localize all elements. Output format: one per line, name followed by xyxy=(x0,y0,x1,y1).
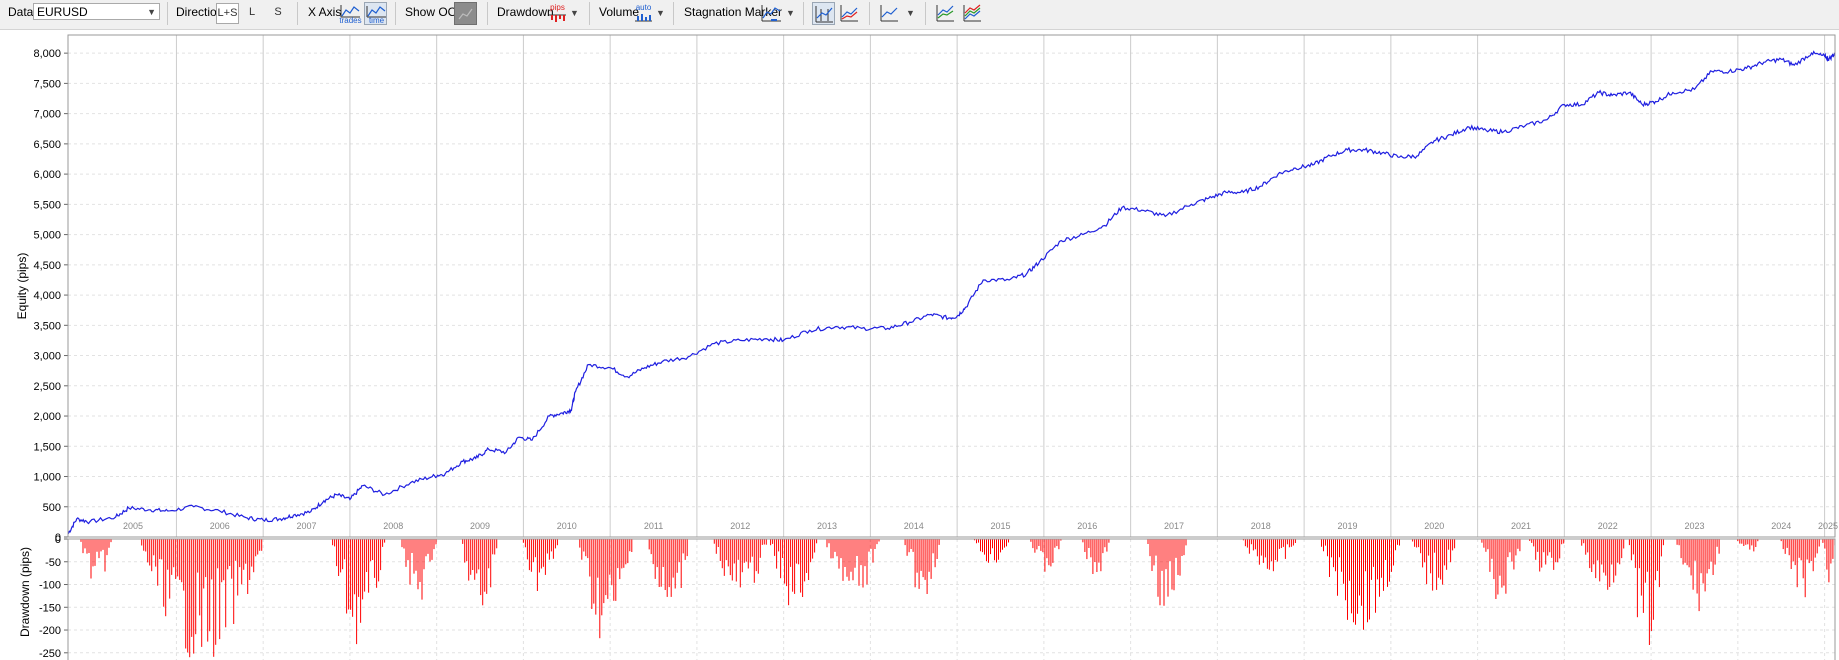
multi-curve-chart-icon xyxy=(963,4,981,22)
year-label: 2009 xyxy=(470,521,490,531)
chevron-down-icon: ▼ xyxy=(147,7,156,17)
data-symbol-select[interactable]: EURUSD ▼ xyxy=(33,3,160,20)
equity-year-markers: 2005 2006 2007 2008 2009 2010 2011 2012 2013 2014… xyxy=(123,35,1838,537)
equity-y-tick-label: 500 xyxy=(43,502,61,514)
data-label: Data xyxy=(8,5,34,19)
equity-y-tick-label: 7,000 xyxy=(33,109,61,121)
chevron-down-icon[interactable]: ▼ xyxy=(786,1,795,26)
x-axis-time-caption: time xyxy=(368,16,385,25)
drawdown-mode-button[interactable]: pips xyxy=(546,2,569,25)
year-label: 2014 xyxy=(904,521,924,531)
x-axis-time-button[interactable]: time xyxy=(364,2,387,25)
stagnation-marker-button[interactable] xyxy=(760,2,783,25)
year-label: 2011 xyxy=(644,521,663,531)
volume-chart-icon xyxy=(635,14,652,22)
drawdown-y-tick-label: -100 xyxy=(39,580,61,592)
chevron-down-icon[interactable]: ▼ xyxy=(570,1,579,26)
equity-y-tick-label: 1,500 xyxy=(33,441,61,453)
chevron-down-icon[interactable]: ▼ xyxy=(656,1,665,26)
compare-equity-button[interactable] xyxy=(934,2,957,25)
equity-line xyxy=(67,50,1836,535)
year-label: 2020 xyxy=(1424,521,1444,531)
equity-y-axis: 0 500 1,000 1,500 2,000 2,500 3,000 3,500 4,000 4… xyxy=(33,48,68,544)
equity-plot-frame xyxy=(67,34,1836,538)
toolbar-separator xyxy=(803,2,804,25)
toolbar-separator xyxy=(297,2,298,25)
toolbar-separator xyxy=(589,2,590,25)
year-label: 2008 xyxy=(383,521,403,531)
year-label: 2010 xyxy=(557,521,577,531)
toolbar-separator xyxy=(167,2,168,25)
year-label: 2013 xyxy=(817,521,837,531)
year-label: 2006 xyxy=(210,521,230,531)
direction-long-button[interactable]: L xyxy=(244,3,260,24)
year-label: 2007 xyxy=(297,521,317,531)
chart-options-button[interactable] xyxy=(878,2,901,25)
equity-y-tick-label: 8,000 xyxy=(33,48,61,60)
toolbar-separator xyxy=(673,2,674,25)
year-label: 2022 xyxy=(1598,521,1618,531)
x-axis-trades-caption: trades xyxy=(339,16,362,25)
drawdown-y-tick-label: -200 xyxy=(39,625,61,637)
year-label: 2018 xyxy=(1251,521,1271,531)
direction-long-short-button[interactable]: L+S xyxy=(216,3,239,24)
year-label: 2019 xyxy=(1337,521,1357,531)
oos-chart-icon xyxy=(458,8,473,20)
year-label: 2005 xyxy=(123,521,143,531)
drawdown-plot-frame xyxy=(67,538,1836,660)
toolbar-separator xyxy=(869,2,870,25)
equity-grid xyxy=(68,52,1835,538)
year-label: 2021 xyxy=(1511,521,1531,531)
toolbar-separator xyxy=(925,2,926,25)
year-label: 2017 xyxy=(1164,521,1184,531)
chart-view-button[interactable] xyxy=(812,2,835,25)
x-axis-trades-button[interactable]: trades xyxy=(339,2,362,25)
bar-line-chart-icon xyxy=(815,6,833,23)
equity-y-tick-label: 5,000 xyxy=(33,230,61,242)
equity-y-tick-label: 6,000 xyxy=(33,169,61,181)
drawdown-y-tick-label: -50 xyxy=(45,557,61,569)
toolbar-separator xyxy=(487,2,488,25)
line-chart-icon xyxy=(880,5,898,22)
drawdown-y-tick-label: -250 xyxy=(39,648,61,660)
year-label: 2024 xyxy=(1771,521,1791,531)
equity-y-tick-label: 6,500 xyxy=(33,139,61,151)
equity-y-tick-label: 3,500 xyxy=(33,320,61,332)
equity-y-tick-label: 7,500 xyxy=(33,78,61,90)
drawdown-y-tick-label: -150 xyxy=(39,602,61,614)
portfolio-view-button[interactable] xyxy=(838,2,861,25)
drawdown-y-tick-label: 0 xyxy=(55,534,61,546)
drawdown-y-axis-title: Drawdown (pips) xyxy=(18,547,32,637)
x-axis-label: X Axis xyxy=(308,5,342,19)
equity-y-tick-label: 2,500 xyxy=(33,381,61,393)
equity-chart: 2005 2006 2007 2008 2009 2010 2011 2012 2013 2014… xyxy=(15,34,1838,660)
year-label: 2023 xyxy=(1684,521,1704,531)
equity-y-tick-label: 2,000 xyxy=(33,411,61,423)
chart-toolbar: Data EURUSD ▼ Direction L+S L S X Axis t… xyxy=(0,0,1839,30)
all-equity-curves-button[interactable] xyxy=(961,2,984,25)
drawdown-y-axis: 0 -50 -100 -150 -200 -250 xyxy=(39,534,68,660)
year-label: 2016 xyxy=(1077,521,1097,531)
show-oos-toggle[interactable] xyxy=(454,2,477,25)
equity-y-tick-label: 5,500 xyxy=(33,199,61,211)
stagnation-chart-icon xyxy=(761,5,781,22)
data-symbol-value: EURUSD xyxy=(37,5,88,19)
drawdown-grid xyxy=(68,539,1835,660)
equity-y-tick-label: 1,000 xyxy=(33,472,61,484)
year-label: 2012 xyxy=(730,521,750,531)
toolbar-separator xyxy=(395,2,396,25)
equity-y-axis-title: Equity (pips) xyxy=(15,253,29,320)
direction-short-button[interactable]: S xyxy=(270,3,286,24)
drawdown-chart-icon xyxy=(549,14,566,22)
multi-line-chart-icon xyxy=(840,5,858,22)
equity-y-tick-label: 3,000 xyxy=(33,351,61,363)
drawdown-bars xyxy=(80,539,1836,658)
equity-y-tick-label: 4,500 xyxy=(33,260,61,272)
compare-chart-icon xyxy=(936,5,954,22)
chevron-down-icon[interactable]: ▼ xyxy=(906,1,915,26)
year-label: 2015 xyxy=(990,521,1010,531)
volume-mode-button[interactable]: auto xyxy=(632,2,655,25)
equity-y-tick-label: 4,000 xyxy=(33,290,61,302)
